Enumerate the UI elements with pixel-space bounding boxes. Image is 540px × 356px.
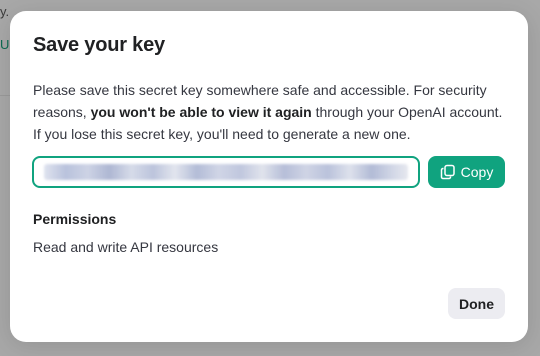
- description-warning: you won't be able to view it again: [90, 104, 312, 120]
- copy-icon: [440, 164, 456, 180]
- copy-button[interactable]: Copy: [428, 156, 505, 188]
- secret-key-field[interactable]: [32, 156, 420, 188]
- dialog-description: Please save this secret key somewhere sa…: [33, 79, 511, 145]
- background-link: U: [0, 37, 10, 52]
- background-text: y.: [0, 4, 10, 19]
- dialog-title: Save your key: [33, 34, 165, 56]
- save-key-dialog: Save your key Please save this secret ke…: [10, 11, 528, 342]
- copy-button-label: Copy: [460, 164, 494, 180]
- permissions-value: Read and write API resources: [33, 239, 219, 255]
- done-button[interactable]: Done: [448, 288, 505, 319]
- secret-key-value-obscured: [44, 164, 408, 180]
- permissions-heading: Permissions: [33, 211, 117, 227]
